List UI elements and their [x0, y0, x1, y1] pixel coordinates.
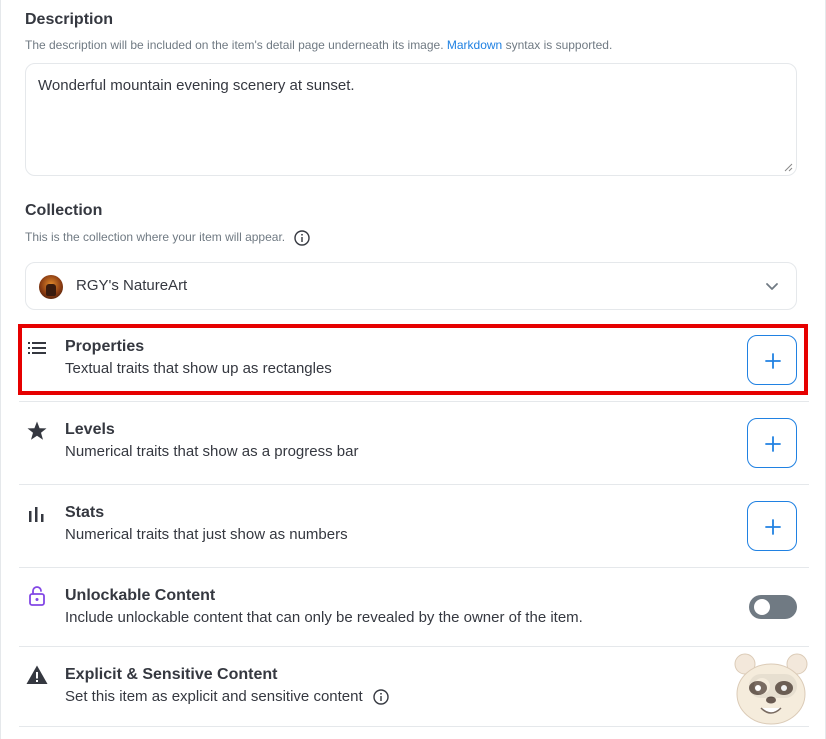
- add-levels-button[interactable]: [747, 418, 797, 468]
- explicit-title: Explicit & Sensitive Content: [65, 666, 278, 683]
- add-stats-button[interactable]: [747, 501, 797, 551]
- resize-grip-icon[interactable]: [784, 163, 793, 172]
- description-hint-suffix: syntax is supported.: [502, 38, 613, 52]
- trait-desc-levels: Numerical traits that show as a progress…: [65, 443, 359, 460]
- form-panel: Description The description will be incl…: [0, 0, 826, 739]
- trait-title-levels: Levels: [65, 421, 115, 438]
- unlockable-toggle[interactable]: [749, 595, 797, 619]
- plus-icon: [765, 519, 781, 535]
- raccoon-mascot-watermark: [734, 653, 808, 725]
- explicit-row: Explicit & Sensitive Content Set this it…: [19, 658, 809, 718]
- divider: [19, 484, 809, 485]
- divider: [19, 567, 809, 568]
- trait-desc-properties: Textual traits that show up as rectangle…: [65, 360, 332, 377]
- collection-avatar: [39, 275, 63, 299]
- unlockable-row: Unlockable Content Include unlockable co…: [19, 579, 809, 639]
- divider: [19, 401, 809, 402]
- collection-hint: This is the collection where your item w…: [25, 230, 311, 246]
- collection-hint-text: This is the collection where your item w…: [25, 230, 286, 245]
- description-textarea[interactable]: Wonderful mountain evening scenery at su…: [25, 63, 797, 176]
- collection-select[interactable]: RGY's NatureArt: [25, 262, 797, 310]
- description-hint: The description will be included on the …: [25, 38, 612, 52]
- info-icon[interactable]: [294, 230, 311, 246]
- plus-icon: [765, 436, 781, 452]
- description-label: Description: [25, 11, 114, 28]
- bar-chart-icon: [29, 507, 44, 522]
- collection-selected-name: RGY's NatureArt: [76, 277, 188, 294]
- list-icon: [28, 342, 46, 354]
- lock-icon: [29, 586, 45, 606]
- markdown-link[interactable]: Markdown: [447, 38, 502, 52]
- toggle-knob: [754, 599, 770, 615]
- unlockable-desc: Include unlockable content that can only…: [65, 609, 583, 626]
- warning-icon: [26, 665, 48, 684]
- explicit-desc: Set this item as explicit and sensitive …: [65, 688, 389, 705]
- description-hint-text: The description will be included on the …: [25, 38, 447, 52]
- plus-icon: [765, 353, 781, 369]
- chevron-down-icon: [766, 283, 778, 290]
- trait-row-levels: Levels Numerical traits that show as a p…: [19, 413, 809, 473]
- explicit-desc-text: Set this item as explicit and sensitive …: [65, 688, 363, 705]
- trait-title-stats: Stats: [65, 504, 105, 521]
- trait-row-properties: Properties Textual traits that show up a…: [19, 330, 809, 390]
- info-icon[interactable]: [373, 689, 389, 705]
- trait-row-stats: Stats Numerical traits that just show as…: [19, 496, 809, 556]
- star-icon: [27, 421, 47, 440]
- add-properties-button[interactable]: [747, 335, 797, 385]
- collection-label: Collection: [25, 202, 103, 219]
- divider: [19, 646, 809, 647]
- unlockable-title: Unlockable Content: [65, 587, 216, 604]
- description-value: Wonderful mountain evening scenery at su…: [38, 77, 355, 94]
- trait-desc-stats: Numerical traits that just show as numbe…: [65, 526, 348, 543]
- trait-title-properties: Properties: [65, 338, 145, 355]
- divider: [19, 726, 809, 727]
